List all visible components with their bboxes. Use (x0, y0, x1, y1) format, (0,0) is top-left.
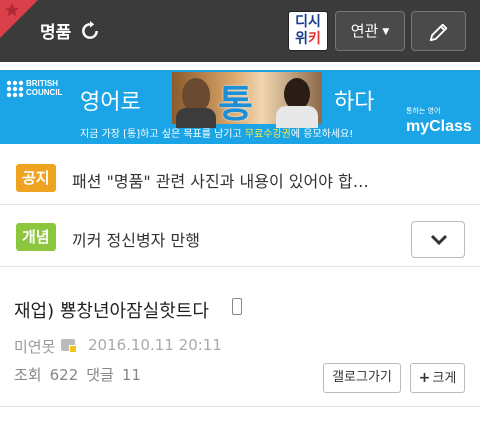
notice-text[interactable]: 패션 "명품" 관련 사진과 내용이 있어야 합… (72, 168, 369, 192)
mobile-icon (232, 298, 242, 315)
expand-button[interactable] (411, 221, 465, 258)
banner-left-text: 영어로 (80, 90, 141, 115)
banner-right-text: 하다 (334, 90, 375, 115)
banner-subtext: 지금 가장 [통]하고 싶은 목표를 남기고 무료수강권에 응모하세요! (80, 129, 354, 140)
user-icon (61, 339, 77, 353)
views-label: 조회 (14, 366, 42, 384)
logo-line2: COUNCIL (26, 88, 63, 97)
notice-badge: 공지 (16, 164, 56, 192)
pencil-icon (429, 23, 448, 42)
british-council-dots-icon (6, 80, 24, 98)
myclass-logo: 통하는 영어 myClass (406, 106, 472, 136)
divider (0, 406, 480, 407)
post-title[interactable]: 재업) 뿅창년아잠실핫트다 (14, 297, 209, 323)
post-author[interactable]: 미연못 (14, 336, 55, 357)
comments-count: 11 (121, 366, 141, 384)
gallery-name[interactable]: 명품 (40, 18, 71, 43)
man-figure (182, 78, 210, 112)
ad-banner[interactable]: BRITISH COUNCIL 영어로 통 하다 지금 가장 [통]하고 싶은 목… (0, 70, 480, 144)
refresh-icon[interactable] (80, 21, 100, 41)
banner-center-text: 통 (218, 82, 253, 126)
post-stats: 조회 622 댓글 11 (14, 364, 149, 385)
myclass-brand: myClass (406, 118, 472, 135)
comments-label: 댓글 (86, 366, 114, 384)
concept-badge: 개념 (16, 223, 56, 251)
british-council-logo: BRITISH COUNCIL (6, 78, 68, 100)
notice-row[interactable]: 공지 패션 "명품" 관련 사진과 내용이 있어야 합… (0, 154, 480, 205)
related-label: 연관 (350, 22, 379, 40)
plus-icon: + (418, 370, 431, 386)
top-bar: 명품 디시 위키 연관 ▼ (0, 0, 480, 62)
chevron-down-icon (430, 234, 448, 246)
dcwiki-label-top: 디시 (295, 14, 321, 30)
dcwiki-label-wi: 위 (295, 31, 308, 47)
related-dropdown-button[interactable]: 연관 ▼ (335, 11, 405, 51)
views-count: 622 (49, 366, 79, 384)
concept-text[interactable]: 끼커 정신병자 만행 (72, 227, 200, 251)
enlarge-label: 크게 (432, 371, 457, 386)
dcwiki-label-ki: 키 (308, 31, 321, 47)
myclass-tagline: 통하는 영어 (406, 107, 441, 115)
dcwiki-button[interactable]: 디시 위키 (288, 11, 328, 51)
post-date: 2016.10.11 20:11 (88, 336, 222, 354)
logo-line1: BRITISH (26, 79, 58, 88)
star-icon[interactable] (4, 2, 20, 18)
concept-row[interactable]: 개념 끼커 정신병자 만행 (0, 210, 480, 267)
caret-down-icon: ▼ (382, 27, 390, 37)
gallog-button[interactable]: 갤로그가기 (323, 363, 401, 393)
enlarge-button[interactable]: + 크게 (410, 363, 465, 393)
write-button[interactable] (411, 11, 466, 51)
